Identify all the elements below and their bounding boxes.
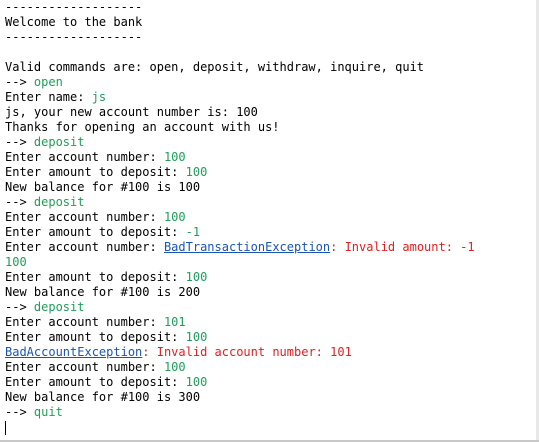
output-text: Enter amount to deposit: xyxy=(5,165,186,179)
user-input-text: 101 xyxy=(163,315,186,329)
exception-link[interactable]: BadTransactionException xyxy=(164,240,330,254)
console-line: Enter account number: 101 xyxy=(5,315,475,330)
console-line: ------------------- xyxy=(5,30,475,45)
user-input-text: 100 xyxy=(185,270,208,284)
console-line: New balance for #100 is 100 xyxy=(5,180,475,195)
console-line: New balance for #100 is 300 xyxy=(5,390,475,405)
output-text: Valid commands are: open, deposit, withd… xyxy=(5,60,425,74)
output-text: Enter account number: xyxy=(5,315,164,329)
console-line: New balance for #100 is 200 xyxy=(5,285,475,300)
output-text: --> xyxy=(5,195,34,209)
user-input-text: deposit xyxy=(33,195,85,209)
output-text: Enter account number: xyxy=(5,360,164,374)
console-line: Enter amount to deposit: 100 xyxy=(5,270,475,285)
console-line: Enter name: js xyxy=(5,90,475,105)
user-input-text: js xyxy=(91,90,107,104)
output-text: Thanks for opening an account with us! xyxy=(5,120,280,134)
console-line: Enter amount to deposit: 100 xyxy=(5,165,475,180)
console-line: Welcome to the bank xyxy=(5,15,475,30)
output-text: Enter amount to deposit: xyxy=(5,330,186,344)
output-text: New balance for #100 is 300 xyxy=(5,390,201,404)
console-line: BadAccountException: Invalid account num… xyxy=(5,345,475,360)
output-text: ------------------- xyxy=(5,30,143,44)
console-line: Enter account number: 100 xyxy=(5,360,475,375)
user-input-text: 100 xyxy=(163,360,186,374)
console-line: Enter account number: BadTransactionExce… xyxy=(5,240,475,255)
user-input-text: 100 xyxy=(185,330,208,344)
output-text: --> xyxy=(5,300,34,314)
console-line: Enter amount to deposit: -1 xyxy=(5,225,475,240)
console-line: Thanks for opening an account with us! xyxy=(5,120,475,135)
console-line: 100 xyxy=(5,255,475,270)
console-input-line[interactable] xyxy=(5,420,475,435)
output-text: ------------------- xyxy=(5,0,143,14)
output-text: --> xyxy=(5,75,34,89)
output-text: New balance for #100 is 200 xyxy=(5,285,201,299)
user-input-text: 100 xyxy=(185,165,208,179)
console-line: --> deposit xyxy=(5,195,475,210)
user-input-text: deposit xyxy=(33,135,85,149)
user-input-text: 100 xyxy=(163,210,186,224)
console-line: --> quit xyxy=(5,405,475,420)
output-text: Enter amount to deposit: xyxy=(5,225,186,239)
output-text: Enter amount to deposit: xyxy=(5,375,186,389)
output-text: Enter account number: xyxy=(5,210,164,224)
output-text: Welcome to the bank xyxy=(5,15,143,29)
output-text: Enter account number: xyxy=(5,240,164,254)
text-cursor xyxy=(5,421,6,435)
output-text: js, your new account number is: 100 xyxy=(5,105,258,119)
user-input-text: deposit xyxy=(33,300,85,314)
output-text: Enter account number: xyxy=(5,150,164,164)
console-line: js, your new account number is: 100 xyxy=(5,105,475,120)
console-line: Enter amount to deposit: 100 xyxy=(5,375,475,390)
user-input-text: 100 xyxy=(5,255,27,269)
console-line: Enter account number: 100 xyxy=(5,150,475,165)
output-text: --> xyxy=(5,405,34,419)
console-line: Enter amount to deposit: 100 xyxy=(5,330,475,345)
user-input-text: 100 xyxy=(185,375,208,389)
output-text: Enter name: xyxy=(5,90,92,104)
console-line: ------------------- xyxy=(5,0,475,15)
output-text: --> xyxy=(5,135,34,149)
console-output[interactable]: ------------------- Welcome to the bank --… xyxy=(0,0,539,442)
user-input-text: 100 xyxy=(163,150,186,164)
console-lines: ------------------- Welcome to the bank --… xyxy=(5,0,475,435)
output-text: New balance for #100 is 100 xyxy=(5,180,201,194)
console-line: --> deposit xyxy=(5,135,475,150)
user-input-text: quit xyxy=(33,405,63,419)
error-message-text: : Invalid account number: 101 xyxy=(142,345,352,359)
output-text: Enter amount to deposit: xyxy=(5,270,186,284)
console-line: Valid commands are: open, deposit, withd… xyxy=(5,60,475,75)
console-line: Enter account number: 100 xyxy=(5,210,475,225)
user-input-text: -1 xyxy=(185,225,201,239)
user-input-text: open xyxy=(33,75,63,89)
exception-link[interactable]: BadAccountException xyxy=(5,345,142,359)
console-line: --> deposit xyxy=(5,300,475,315)
error-message-text: : Invalid amount: -1 xyxy=(330,240,475,254)
console-line: --> open xyxy=(5,75,475,90)
